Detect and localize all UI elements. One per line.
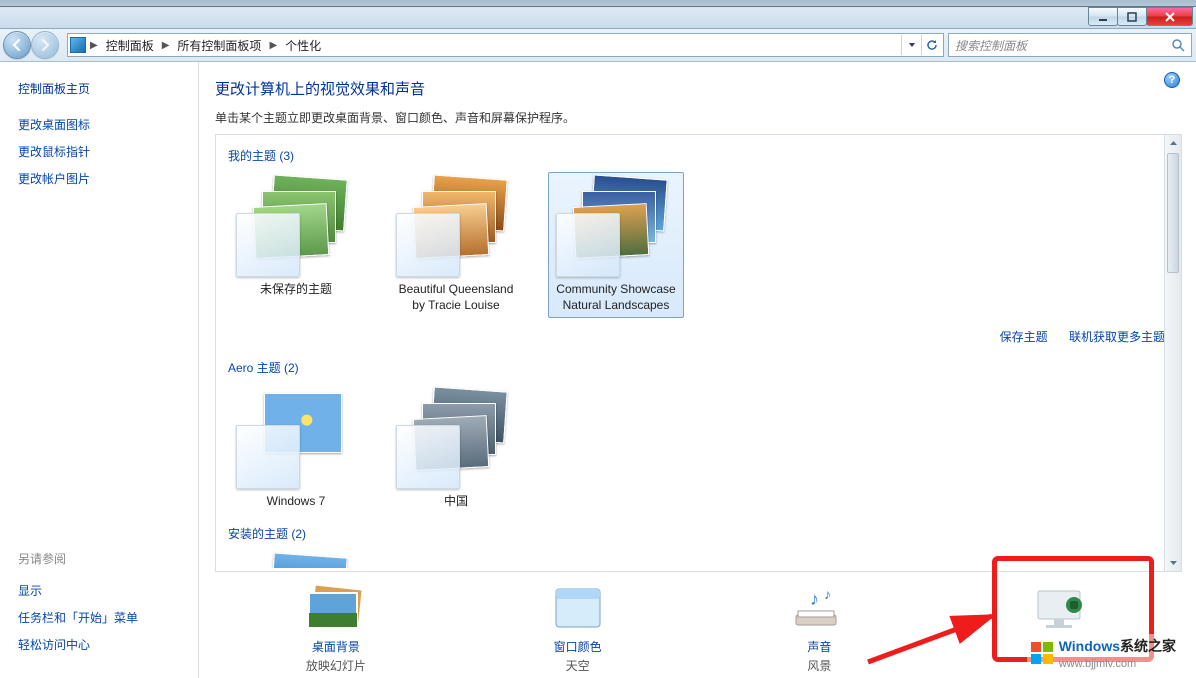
vertical-scrollbar[interactable] [1164, 135, 1181, 571]
theme-thumbnail [242, 555, 350, 563]
window-minimize-button[interactable] [1088, 7, 1118, 26]
sounds-icon: ♪ ♪ [729, 584, 909, 632]
sidebar-heading: 控制面板主页 [18, 80, 192, 97]
theme-thumbnail [402, 177, 510, 271]
refresh-button[interactable] [921, 35, 941, 55]
theme-name-label: Community Showcase Natural Landscapes [553, 281, 679, 313]
theme-item-community-showcase[interactable]: Community Showcase Natural Landscapes [548, 172, 684, 318]
watermark-brand-a: Windows [1059, 638, 1120, 654]
theme-item-queensland[interactable]: Beautiful Queensland by Tracie Louise [388, 172, 524, 318]
page-subtitle: 单击某个主题立即更改桌面背景、窗口颜色、声音和屏幕保护程序。 [215, 109, 1182, 126]
search-placeholder: 搜索控制面板 [955, 37, 1027, 54]
shortcut-subtitle: 放映幻灯片 [246, 657, 426, 674]
theme-thumbnail [562, 177, 670, 271]
chevron-right-icon[interactable]: ▶ [269, 40, 277, 51]
theme-name-label: 未保存的主题 [260, 281, 332, 297]
sidebar-link-desktop-icons[interactable]: 更改桌面图标 [18, 116, 192, 133]
shortcut-title: 桌面背景 [246, 638, 426, 655]
breadcrumb-item[interactable]: 控制面板 [102, 37, 158, 54]
save-theme-link[interactable]: 保存主题 [1000, 330, 1048, 344]
shortcut-subtitle: 风景 [729, 657, 909, 674]
help-icon[interactable]: ? [1164, 72, 1180, 88]
theme-name-label: Beautiful Queensland by Tracie Louise [393, 281, 519, 313]
get-more-themes-link[interactable]: 联机获取更多主题 [1069, 330, 1165, 344]
search-input[interactable]: 搜索控制面板 [948, 33, 1192, 57]
navigation-toolbar: ▶ 控制面板 ▶ 所有控制面板项 ▶ 个性化 搜索控制面板 [0, 29, 1196, 62]
sidebar-link-display[interactable]: 显示 [18, 582, 192, 599]
window-titlebar [0, 7, 1196, 29]
chevron-right-icon[interactable]: ▶ [90, 40, 98, 51]
window-chrome-top [0, 0, 1196, 7]
theme-name-label: Windows 7 [267, 493, 326, 509]
screensaver-icon [971, 584, 1151, 632]
theme-item-unsaved[interactable]: 未保存的主题 [228, 172, 364, 318]
control-panel-icon [70, 37, 86, 53]
theme-thumbnail [242, 389, 350, 483]
chevron-right-icon[interactable]: ▶ [162, 40, 170, 51]
section-installed-label[interactable]: 安装的主题 (2) [228, 525, 306, 542]
sidebar-link-account-picture[interactable]: 更改帐户图片 [18, 170, 192, 187]
theme-item-windows7[interactable]: Windows 7 [228, 384, 364, 514]
desktop-background-icon [246, 584, 426, 632]
sidebar-link-mouse-pointers[interactable]: 更改鼠标指针 [18, 143, 192, 160]
theme-name-label: 中国 [444, 493, 468, 509]
theme-thumbnail [402, 389, 510, 483]
theme-item-china[interactable]: 中国 [388, 384, 524, 514]
window-color-button[interactable]: 窗口颜色 天空 [488, 584, 668, 674]
windows-logo-icon [1031, 642, 1053, 664]
shortcut-subtitle: 天空 [488, 657, 668, 674]
sidebar-link-taskbar[interactable]: 任务栏和「开始」菜单 [18, 609, 192, 626]
shortcut-title: 窗口颜色 [488, 638, 668, 655]
main-content: ? 更改计算机上的视觉效果和声音 单击某个主题立即更改桌面背景、窗口颜色、声音和… [199, 62, 1196, 678]
page-title: 更改计算机上的视觉效果和声音 [215, 78, 1182, 99]
sidebar-link-ease-of-access[interactable]: 轻松访问中心 [18, 636, 192, 653]
search-icon[interactable] [1171, 38, 1185, 55]
scroll-up-arrow-icon[interactable] [1165, 135, 1181, 152]
address-dropdown-button[interactable] [901, 35, 921, 55]
address-bar[interactable]: ▶ 控制面板 ▶ 所有控制面板项 ▶ 个性化 [67, 33, 944, 57]
forward-button[interactable] [31, 31, 59, 59]
sidebar-see-also-heading: 另请参阅 [18, 550, 192, 567]
window-color-icon [488, 584, 668, 632]
back-button[interactable] [3, 31, 31, 59]
themes-list-pane: 我的主题 (3) 未保存的主题 [215, 134, 1182, 572]
sidebar: 控制面板主页 更改桌面图标 更改鼠标指针 更改帐户图片 另请参阅 显示 任务栏和… [0, 62, 199, 678]
watermark: Windows系统之家 www.bjjmlv.com [1027, 634, 1180, 672]
svg-text:♪: ♪ [810, 589, 819, 609]
svg-text:♪: ♪ [824, 586, 831, 602]
shortcut-title: 声音 [729, 638, 909, 655]
watermark-brand-b: 系统之家 [1120, 638, 1176, 654]
theme-thumbnail [242, 177, 350, 271]
breadcrumb-item[interactable]: 所有控制面板项 [173, 37, 265, 54]
section-aero-label[interactable]: Aero 主题 (2) [228, 359, 299, 376]
theme-item-installed-partial[interactable] [228, 550, 364, 568]
desktop-background-button[interactable]: 桌面背景 放映幻灯片 [246, 584, 426, 674]
watermark-url: www.bjjmlv.com [1059, 658, 1136, 670]
window-maximize-button[interactable] [1117, 7, 1147, 26]
scroll-thumb[interactable] [1167, 153, 1179, 273]
sounds-button[interactable]: ♪ ♪ 声音 风景 [729, 584, 909, 674]
window-close-button[interactable] [1146, 7, 1193, 26]
breadcrumb-item[interactable]: 个性化 [281, 37, 325, 54]
section-my-themes-label[interactable]: 我的主题 (3) [228, 147, 294, 164]
scroll-down-arrow-icon[interactable] [1165, 554, 1181, 571]
